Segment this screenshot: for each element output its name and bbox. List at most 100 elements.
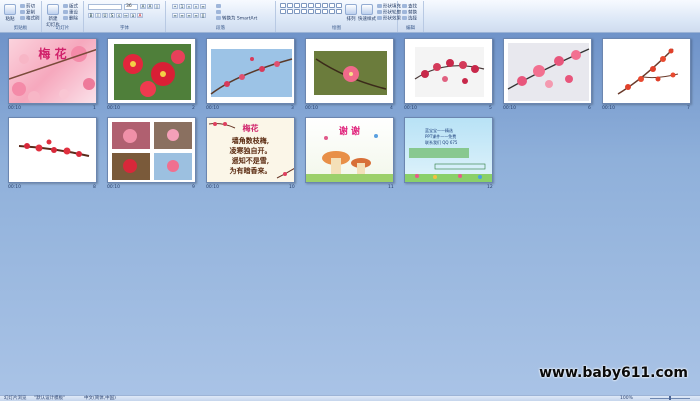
cut-button[interactable]: 剪切 (20, 4, 35, 10)
slide-thumbnail-2[interactable] (107, 38, 196, 104)
underline-icon[interactable]: U (102, 13, 108, 18)
group-label-paragraph: 段落 (216, 26, 225, 31)
reset-icon (63, 10, 68, 14)
justify-icon[interactable]: ≡ (193, 13, 199, 18)
font-size-combo[interactable]: 36 (124, 4, 138, 10)
shape-item[interactable] (287, 9, 293, 14)
numbering-icon[interactable]: 1 (179, 4, 185, 9)
new-slide-button[interactable]: 新建 幻灯片 (45, 4, 61, 28)
slide-8-timing: 00:10 (8, 185, 21, 190)
shape-item[interactable] (294, 9, 300, 14)
quick-styles-button[interactable]: 快速样式 (358, 4, 376, 22)
shape-item[interactable] (329, 9, 335, 14)
align-text-button[interactable] (216, 10, 222, 16)
slide-9-number: 9 (192, 185, 195, 190)
shape-item[interactable] (301, 3, 307, 8)
align-left-icon[interactable]: ≡ (172, 13, 178, 18)
decrease-indent-icon[interactable]: « (186, 4, 192, 9)
bullets-icon[interactable]: • (172, 4, 178, 9)
binoculars-icon (402, 4, 407, 8)
find-button[interactable]: 查找 (402, 4, 417, 10)
slide-thumbnail-6[interactable] (503, 38, 592, 104)
delete-slide-button[interactable]: 删除 (63, 16, 78, 22)
watermark-text: www.baby611.com (539, 365, 688, 381)
zoom-slider[interactable] (650, 396, 690, 400)
editing-group: 查找 替换 选择 编辑 (398, 1, 424, 32)
bold-icon[interactable]: B (88, 13, 94, 18)
delete-label: 删除 (69, 16, 78, 22)
slide-thumbnail-3[interactable] (206, 38, 295, 104)
single-blossom-image (314, 51, 387, 95)
slide-thumbnail-8[interactable] (8, 117, 97, 183)
shapes-gallery[interactable] (280, 3, 342, 14)
shrink-font-icon[interactable]: A (147, 4, 153, 9)
strikethrough-icon[interactable]: S (109, 13, 115, 18)
shape-item[interactable] (308, 9, 314, 14)
select-button[interactable]: 选择 (402, 16, 417, 22)
paste-label: 粘贴 (5, 17, 15, 22)
increase-indent-icon[interactable]: » (193, 4, 199, 9)
slide-5-number: 5 (489, 106, 492, 111)
text-direction-button[interactable] (216, 4, 222, 10)
replace-button[interactable]: 替换 (402, 10, 417, 16)
paste-button[interactable]: 粘贴 (2, 4, 18, 22)
slide-thumbnail-9[interactable] (107, 117, 196, 183)
copy-label: 复制 (26, 10, 35, 16)
smartart-button[interactable]: 转换为 SmartArt (216, 16, 257, 22)
layout-icon (63, 4, 68, 8)
slide-thumbnail-11[interactable]: 谢 谢 (305, 117, 394, 183)
slide-thumbnail-1[interactable]: 梅 花 (8, 38, 97, 104)
layout-button[interactable]: 版式 (63, 4, 78, 10)
shape-item[interactable] (287, 3, 293, 8)
font-size-tools: A A ◊ (140, 4, 160, 9)
shape-item[interactable] (280, 9, 286, 14)
shape-item[interactable] (315, 9, 321, 14)
shape-item[interactable] (294, 3, 300, 8)
slide-11-number: 11 (388, 185, 394, 190)
poem-line-1: 墙角数枝梅, (231, 136, 270, 145)
quick-styles-icon (361, 4, 373, 15)
spacing-icon[interactable]: ↔ (123, 13, 129, 18)
slide-10-number: 10 (289, 185, 295, 190)
grow-font-icon[interactable]: A (140, 4, 146, 9)
slide-10-timing: 00:10 (206, 185, 219, 190)
slide-thumbnail-5[interactable] (404, 38, 493, 104)
italic-icon[interactable]: I (95, 13, 101, 18)
shape-item[interactable] (322, 9, 328, 14)
shape-item[interactable] (301, 9, 307, 14)
slide-thumbnail-10[interactable]: 梅花 墙角数枝梅, 凌寒独自开。 遥知不是雪, 为有暗香来。 (206, 117, 295, 183)
smartart-icon (216, 16, 221, 20)
zoom-slider-thumb[interactable] (669, 396, 671, 400)
shape-item[interactable] (280, 3, 286, 8)
clear-format-icon[interactable]: ◊ (154, 4, 160, 9)
shape-item[interactable] (329, 3, 335, 8)
shape-item[interactable] (336, 9, 342, 14)
font-color-icon[interactable]: A (137, 13, 143, 18)
align-center-icon[interactable]: ≡ (179, 13, 185, 18)
shape-item[interactable] (322, 3, 328, 8)
line-spacing-icon[interactable]: ≡ (200, 4, 206, 9)
slide-thumbnail-7[interactable] (602, 38, 691, 104)
arrange-button[interactable]: 排列 (343, 4, 359, 22)
case-icon[interactable]: a (130, 13, 136, 18)
align-right-icon[interactable]: ≡ (186, 13, 192, 18)
shape-item[interactable] (336, 3, 342, 8)
plum-branch-sky-image (210, 49, 293, 97)
columns-icon[interactable]: ‖ (200, 13, 206, 18)
smartart-label: 转换为 SmartArt (222, 16, 258, 22)
group-label-slides: 幻灯片 (55, 26, 70, 31)
slide-thumbnail-4[interactable] (305, 38, 394, 104)
slide-1-number: 1 (93, 106, 96, 111)
format-painter-button[interactable]: 格式刷 (20, 16, 40, 22)
paragraph-group: • 1 « » ≡ ≡ ≡ ≡ ≡ ‖ 转换为 SmartArt 段落 (166, 1, 276, 32)
shape-item[interactable] (315, 3, 321, 8)
reset-button[interactable]: 重设 (63, 10, 78, 16)
group-label-font: 字体 (120, 26, 129, 31)
shape-item[interactable] (308, 3, 314, 8)
slide-thumbnail-12[interactable]: 蓝宝宝——精选 PPT课件——免费 联系我们 QQ 675 (404, 117, 493, 183)
shadow-icon[interactable]: s (116, 13, 122, 18)
font-name-combo[interactable] (88, 4, 122, 10)
copy-button[interactable]: 复制 (20, 10, 35, 16)
status-bar: 幻灯片浏览 "默认设计模板" 中文(简体,中国) 100% (0, 395, 700, 401)
status-language: 中文(简体,中国) (84, 396, 116, 401)
